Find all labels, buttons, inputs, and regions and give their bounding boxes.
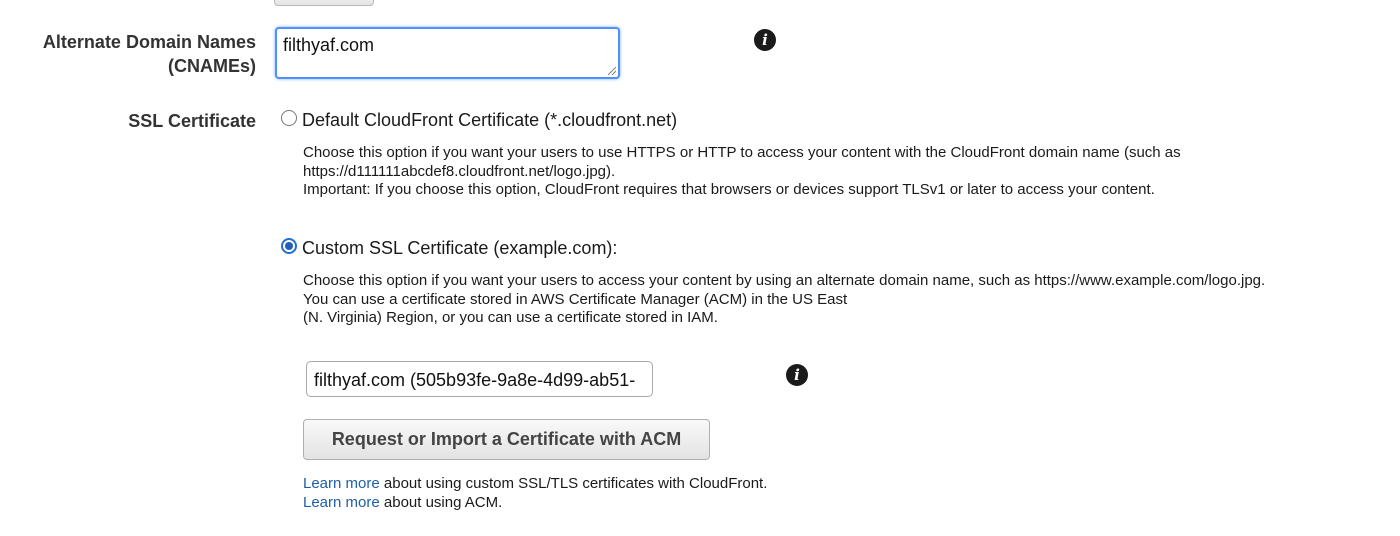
description-line: You can use a certificate stored in AWS … [303, 290, 848, 308]
learn-more-link[interactable]: Learn more [303, 494, 380, 511]
learn-more-link[interactable]: Learn more [303, 475, 380, 492]
learn-more-ssl: Learn more about using custom SSL/TLS ce… [303, 474, 767, 493]
custom-certificate-description: Choose this option if you want your user… [303, 272, 1393, 328]
custom-certificate-label[interactable]: Custom SSL Certificate (example.com): [302, 236, 617, 260]
default-certificate-description: Choose this option if you want your user… [303, 144, 1393, 200]
default-certificate-label[interactable]: Default CloudFront Certificate (*.cloudf… [302, 108, 677, 132]
custom-certificate-radio[interactable] [281, 238, 297, 254]
cname-label: Alternate Domain Names (CNAMEs) [0, 30, 256, 78]
learn-more-acm: Learn more about using ACM. [303, 493, 502, 512]
ssl-certificate-label: SSL Certificate [128, 111, 256, 131]
cname-label-line2: (CNAMEs) [168, 56, 256, 76]
previous-field-stub[interactable] [274, 0, 374, 6]
description-line: (N. Virginia) Region, or you can use a c… [303, 309, 718, 326]
info-icon[interactable]: i [754, 29, 776, 51]
cname-value: filthyaf.com [283, 35, 375, 55]
info-icon[interactable]: i [786, 364, 808, 386]
description-line: Choose this option if you want your user… [303, 272, 1266, 289]
default-certificate-radio[interactable] [281, 110, 297, 126]
learn-more-text: about using ACM. [379, 494, 503, 511]
description-line: Important: If you choose this option, Cl… [303, 181, 1155, 198]
certificate-input[interactable]: filthyaf.com (505b93fe-9a8e-4d99-ab51- [306, 361, 653, 397]
description-line: https://d111111abcdef8.cloudfront.net/lo… [303, 162, 616, 180]
description-line: Choose this option if you want your user… [303, 144, 1181, 161]
resize-grip[interactable] [608, 67, 616, 75]
learn-more-text: about using custom SSL/TLS certificates … [379, 475, 768, 492]
cname-textarea[interactable]: filthyaf.com [275, 27, 620, 79]
distribution-settings-form: Alternate Domain Names (CNAMEs) filthyaf… [0, 0, 1400, 536]
certificate-value: filthyaf.com (505b93fe-9a8e-4d99-ab51- [314, 370, 636, 390]
cname-label-line1: Alternate Domain Names [42, 32, 256, 52]
request-certificate-button[interactable]: Request or Import a Certificate with ACM [303, 419, 710, 460]
